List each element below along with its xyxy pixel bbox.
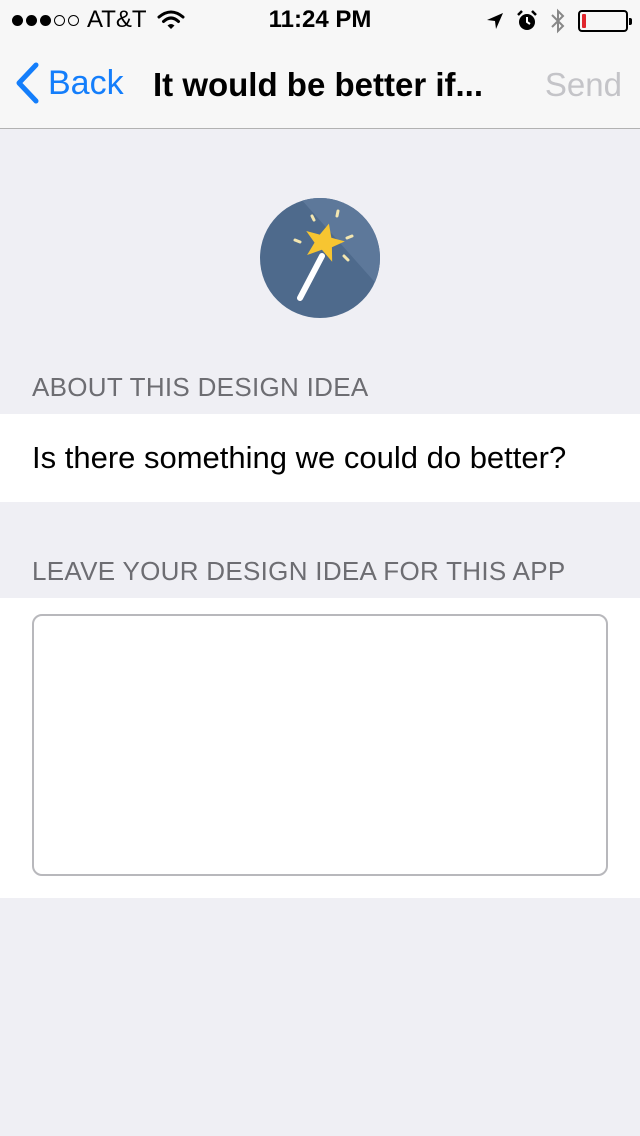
battery-icon: [578, 10, 632, 32]
send-button[interactable]: Send: [545, 66, 622, 104]
back-button[interactable]: Back: [14, 62, 124, 104]
bluetooth-icon: [551, 8, 565, 34]
question-text: Is there something we could do better?: [32, 440, 567, 475]
alarm-icon: [517, 10, 537, 30]
status-right: [486, 8, 632, 34]
location-arrow-icon: [487, 13, 503, 29]
magic-wand-icon: [260, 198, 380, 318]
idea-section-header: LEAVE YOUR DESIGN IDEA FOR THIS APP: [32, 556, 566, 586]
battery-level: [582, 14, 586, 28]
back-label: Back: [48, 63, 124, 102]
status-bar: AT&T 11:24 PM: [0, 0, 640, 40]
chevron-left-icon: [16, 62, 39, 104]
question-row: Is there something we could do better?: [0, 414, 640, 502]
navigation-bar: Back It would be better if... Send: [0, 40, 640, 129]
about-section-header: ABOUT THIS DESIGN IDEA: [32, 372, 369, 402]
design-idea-input[interactable]: [32, 614, 608, 876]
page-title: It would be better if...: [153, 66, 483, 103]
idea-cell: [0, 598, 640, 898]
